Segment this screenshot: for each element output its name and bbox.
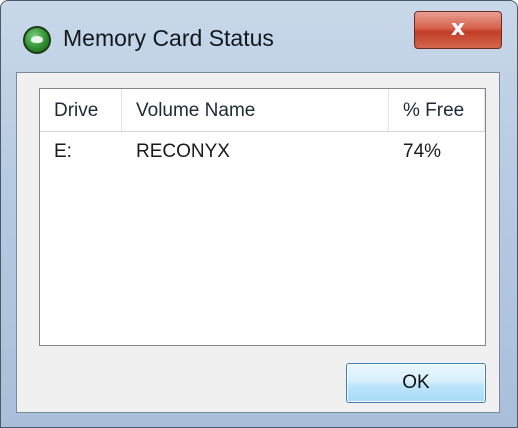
- cell-drive: E:: [54, 141, 72, 162]
- column-header-volume-name[interactable]: Volume Name: [122, 89, 389, 131]
- drive-list[interactable]: Drive Volume Name % Free E: RECONYX 74%: [39, 88, 486, 346]
- close-button[interactable]: x: [414, 11, 502, 49]
- list-header: Drive Volume Name % Free: [40, 89, 485, 132]
- memory-card-status-dialog: Memory Card Status x Drive Volume Name %…: [0, 0, 518, 428]
- cell-free: 74%: [403, 141, 442, 162]
- dialog-client-area: Drive Volume Name % Free E: RECONYX 74% …: [16, 72, 500, 413]
- cell-volume-name: RECONYX: [136, 141, 230, 162]
- window-title: Memory Card Status: [63, 25, 274, 51]
- ok-button[interactable]: OK: [346, 363, 486, 403]
- list-row[interactable]: E: RECONYX 74%: [40, 132, 485, 172]
- title-bar[interactable]: Memory Card Status x: [1, 1, 517, 73]
- column-header-free[interactable]: % Free: [389, 89, 485, 131]
- column-header-drive[interactable]: Drive: [40, 89, 122, 131]
- app-icon: [23, 26, 51, 54]
